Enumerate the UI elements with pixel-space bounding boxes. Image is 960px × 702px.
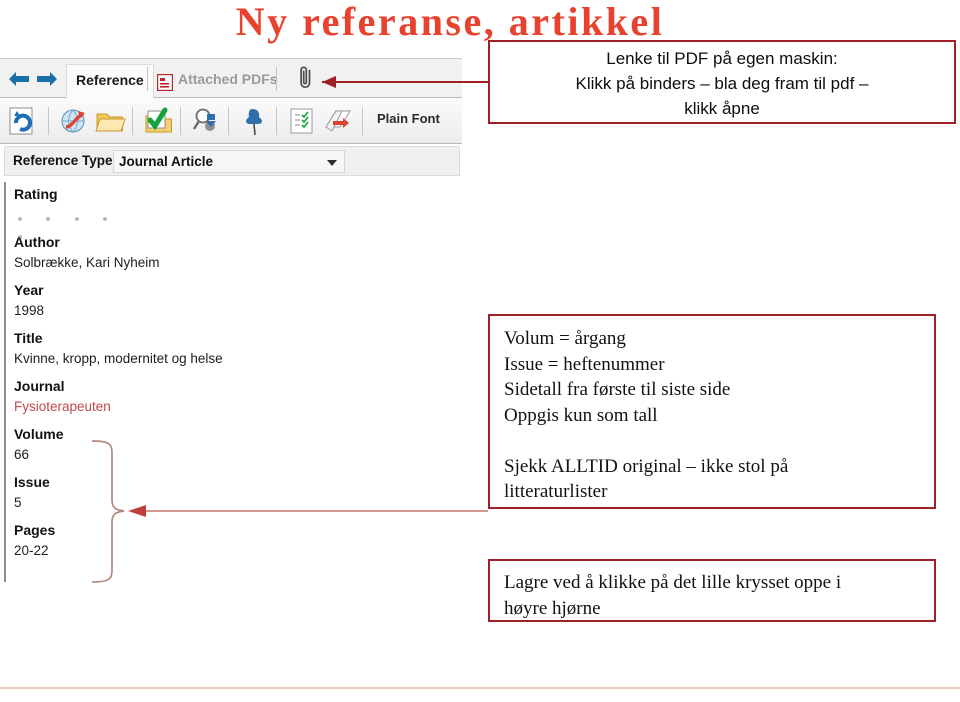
field-label-pages: Pages bbox=[14, 522, 56, 538]
tab-strip: Reference Attached PDFs bbox=[0, 58, 462, 98]
field-label-rating: Rating bbox=[14, 186, 58, 202]
callout-volume-line-6: litteraturlister bbox=[504, 481, 608, 502]
field-value-title[interactable]: Kvinne, kropp, modernitet og helse bbox=[14, 351, 223, 366]
field-label-volume: Volume bbox=[14, 426, 64, 442]
field-label-journal: Journal bbox=[14, 378, 65, 394]
tab-divider bbox=[276, 67, 277, 91]
callout-save-line-1: Lagre ved å klikke på det lille krysset … bbox=[504, 572, 842, 593]
field-label-title: Title bbox=[14, 330, 43, 346]
field-value-author[interactable]: Solbrække, Kari Nyheim bbox=[14, 255, 160, 270]
open-folder-icon[interactable] bbox=[94, 105, 126, 137]
field-label-year: Year bbox=[14, 282, 44, 298]
folder-check-icon[interactable] bbox=[142, 105, 174, 137]
rating-star[interactable] bbox=[74, 216, 79, 221]
callout-volume-issue-pages: Volum = årgang Issue = heftenummer Sidet… bbox=[488, 314, 936, 509]
footer-divider bbox=[0, 687, 960, 689]
toolbar-divider bbox=[48, 107, 49, 135]
toolbar-divider bbox=[276, 107, 277, 135]
page-title: Ny referanse, artikkel bbox=[235, 0, 665, 44]
pushpin-icon[interactable] bbox=[238, 105, 270, 137]
callout-volume-line-2: Issue = heftenummer bbox=[504, 353, 665, 375]
plain-font-label[interactable]: Plain Font bbox=[377, 111, 440, 126]
reference-type-value: Journal Article bbox=[119, 154, 214, 169]
paperclip-icon[interactable] bbox=[296, 65, 318, 91]
toolbar-divider bbox=[132, 107, 133, 135]
reference-type-select[interactable]: Journal Article bbox=[113, 150, 345, 173]
rating-star[interactable] bbox=[18, 216, 22, 221]
field-label-author: Author bbox=[14, 234, 60, 250]
callout-volume-line-3: Sidetall fra første til siste side bbox=[504, 379, 731, 400]
field-value-pages[interactable]: 20-22 bbox=[14, 543, 49, 558]
rating-star[interactable] bbox=[46, 216, 51, 221]
checklist-icon[interactable] bbox=[286, 105, 318, 137]
callout-volume-line-5: Sjekk ALLTID original – ikke stol på bbox=[504, 455, 789, 477]
callout-pdf-line-3: klikk åpne bbox=[684, 99, 760, 118]
field-value-issue[interactable]: 5 bbox=[14, 495, 22, 510]
toolbar-divider bbox=[228, 107, 229, 135]
callout-volume-spacer bbox=[504, 428, 934, 454]
export-book-icon[interactable] bbox=[322, 105, 354, 137]
field-value-volume[interactable]: 66 bbox=[14, 447, 29, 462]
field-value-year[interactable]: 1998 bbox=[14, 303, 44, 318]
reference-type-label: Reference Type: bbox=[13, 153, 118, 168]
tab-reference[interactable]: Reference bbox=[66, 64, 154, 98]
endnote-reference-window: Reference Attached PDFs Plain Font Refer… bbox=[0, 58, 462, 582]
tab-attached-pdfs-label: Attached PDFs bbox=[178, 71, 278, 87]
globe-link-icon[interactable] bbox=[58, 105, 90, 137]
field-label-issue: Issue bbox=[14, 474, 50, 490]
reference-toolbar: Plain Font bbox=[0, 98, 462, 144]
rating-star[interactable] bbox=[103, 216, 108, 221]
tab-attached-pdfs[interactable]: Attached PDFs bbox=[152, 64, 287, 98]
tab-reference-label: Reference bbox=[76, 72, 144, 88]
chevron-down-icon bbox=[327, 160, 337, 166]
sync-document-icon[interactable] bbox=[6, 105, 38, 137]
callout-save-line-2: høyre hjørne bbox=[504, 598, 601, 619]
arrow-right-icon[interactable] bbox=[36, 69, 58, 89]
toolbar-divider bbox=[180, 107, 181, 135]
reference-fields-pane: Rating Author Solbrække, Kari Nyheim Yea… bbox=[4, 182, 460, 582]
arrow-left-icon[interactable] bbox=[8, 69, 30, 89]
callout-pdf-link: Lenke til PDF på egen maskin: Klikk på b… bbox=[488, 40, 956, 124]
pdf-file-icon bbox=[156, 71, 174, 92]
callout-pdf-line-1: Lenke til PDF på egen maskin: bbox=[606, 49, 838, 68]
tab-divider bbox=[147, 67, 148, 91]
callout-save-instruction: Lagre ved å klikke på det lille krysset … bbox=[488, 559, 936, 622]
toolbar-divider bbox=[362, 107, 363, 135]
callout-pdf-line-2: Klikk på binders – bla deg fram til pdf … bbox=[575, 74, 869, 93]
callout-volume-line-4: Oppgis kun som tall bbox=[504, 404, 658, 426]
callout-volume-line-1: Volum = årgang bbox=[504, 328, 626, 349]
field-value-journal[interactable]: Fysioterapeuten bbox=[14, 399, 111, 414]
reference-type-row: Reference Type: Journal Article bbox=[4, 146, 460, 176]
find-full-text-icon[interactable] bbox=[190, 105, 222, 137]
